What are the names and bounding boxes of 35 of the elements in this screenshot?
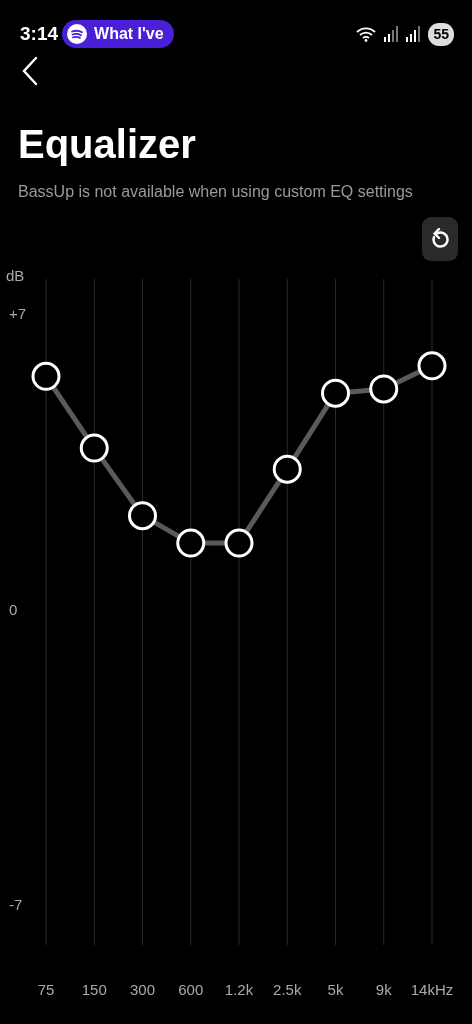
- reset-icon: [430, 228, 450, 250]
- frequency-label: 9k: [375, 981, 392, 998]
- page-title: Equalizer: [18, 121, 197, 168]
- subtitle-text: BassUp is not available when using custom EQ settings: [18, 182, 414, 202]
- band-handle[interactable]: [176, 528, 206, 558]
- music-app-icon: [66, 23, 89, 45]
- frequency-label: 75: [37, 981, 55, 998]
- back-icon: [22, 56, 38, 86]
- frequency-label: 150: [81, 981, 107, 998]
- axis-tick-label: +7: [9, 305, 27, 322]
- frequency-label: 2.5k: [273, 981, 302, 998]
- band-handle[interactable]: [272, 454, 302, 484]
- frequency-label: 1.2k: [224, 981, 254, 998]
- reset-button[interactable]: [422, 217, 458, 261]
- band-handle[interactable]: [417, 351, 447, 381]
- frequency-label: 300: [130, 981, 155, 998]
- band-handle[interactable]: [321, 378, 350, 408]
- band-handle[interactable]: [369, 374, 399, 404]
- band-handle[interactable]: [128, 501, 157, 531]
- frequency-label: 600: [178, 981, 204, 998]
- wifi-icon: [356, 26, 377, 42]
- axis-unit-label: dB: [6, 267, 25, 284]
- signal-icon: [406, 26, 421, 42]
- band-handle[interactable]: [79, 433, 109, 463]
- back-button[interactable]: [22, 56, 38, 86]
- signal-icon: [384, 26, 399, 42]
- axis-tick-label: -7: [9, 896, 23, 913]
- band-handle[interactable]: [224, 528, 254, 558]
- frequency-label: 5k: [327, 981, 344, 998]
- band-handle[interactable]: [31, 361, 61, 391]
- frequency-label: 14kHz: [410, 981, 454, 998]
- axis-tick-label: 0: [9, 600, 18, 618]
- media-pill[interactable]: What I've: [62, 20, 174, 48]
- status-time: 3:14: [20, 21, 59, 46]
- battery-level: 55: [428, 22, 454, 46]
